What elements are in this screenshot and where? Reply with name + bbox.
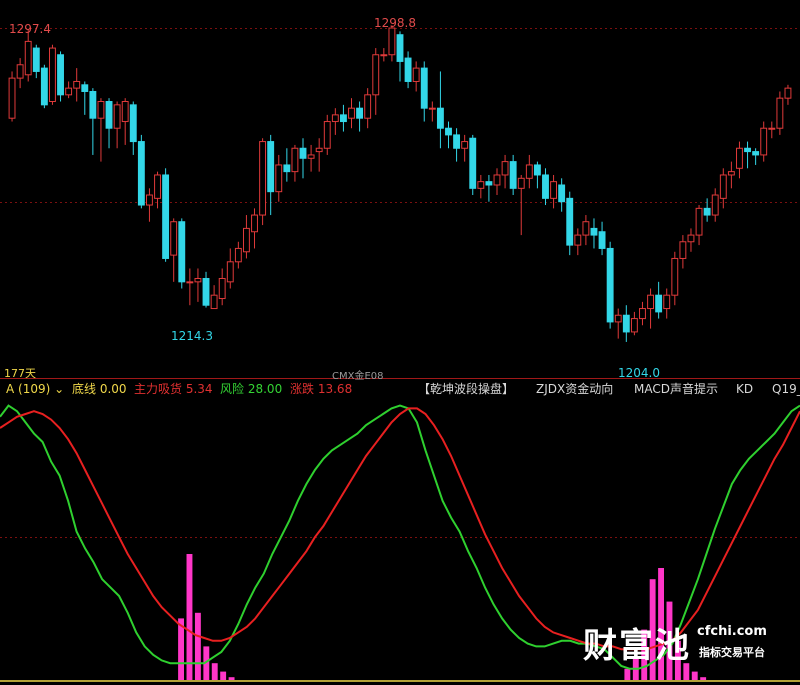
indicator-name[interactable]: A (109) ⌄: [6, 380, 64, 398]
legend-base-line: 底线 0.00: [72, 382, 127, 396]
histogram-bar: [211, 663, 218, 680]
low-price-label-right: 1204.0: [618, 366, 660, 380]
slow-line: [0, 407, 800, 651]
legend-main-accumulation: 主力吸货 5.34: [134, 382, 213, 396]
low-price-label-left: 1214.3: [171, 329, 213, 343]
high-price-label-mid: 1298.8: [374, 16, 416, 30]
histogram-bar: [220, 671, 227, 680]
watermark: 财富池 cfchi.com 指标交易平台: [583, 616, 783, 666]
watermark-brand: 财富池: [583, 626, 691, 666]
days-label: 177天: [4, 367, 36, 380]
tab-zjdx[interactable]: ZJDX资金动向: [536, 380, 613, 398]
tab-q19[interactable]: Q19_: [772, 380, 800, 398]
tab-macd[interactable]: MACD声音提示: [634, 380, 718, 398]
watermark-site: cfchi.com: [697, 624, 767, 639]
indicator-chart: [0, 404, 800, 682]
histogram-bar: [228, 677, 235, 680]
watermark-subtitle: 指标交易平台: [699, 646, 765, 659]
tab-qiankun[interactable]: 【乾坤波段操盘】: [418, 380, 514, 398]
tab-kd[interactable]: KD: [736, 380, 753, 398]
histogram-bar: [194, 612, 201, 680]
chevron-down-icon[interactable]: ⌄: [54, 382, 64, 396]
indicator-legend: A (109) ⌄ 底线 0.00 主力吸货 5.34 风险 28.00 涨跌 …: [0, 380, 800, 398]
histogram-bar: [624, 668, 631, 680]
high-price-label-left: 1297.4: [9, 22, 51, 36]
histogram-bar: [700, 677, 707, 680]
legend-risk: 风险 28.00: [220, 382, 283, 396]
histogram-bar: [691, 671, 698, 680]
legend-change: 涨跌 13.68: [290, 382, 353, 396]
histogram-bar: [186, 554, 193, 680]
